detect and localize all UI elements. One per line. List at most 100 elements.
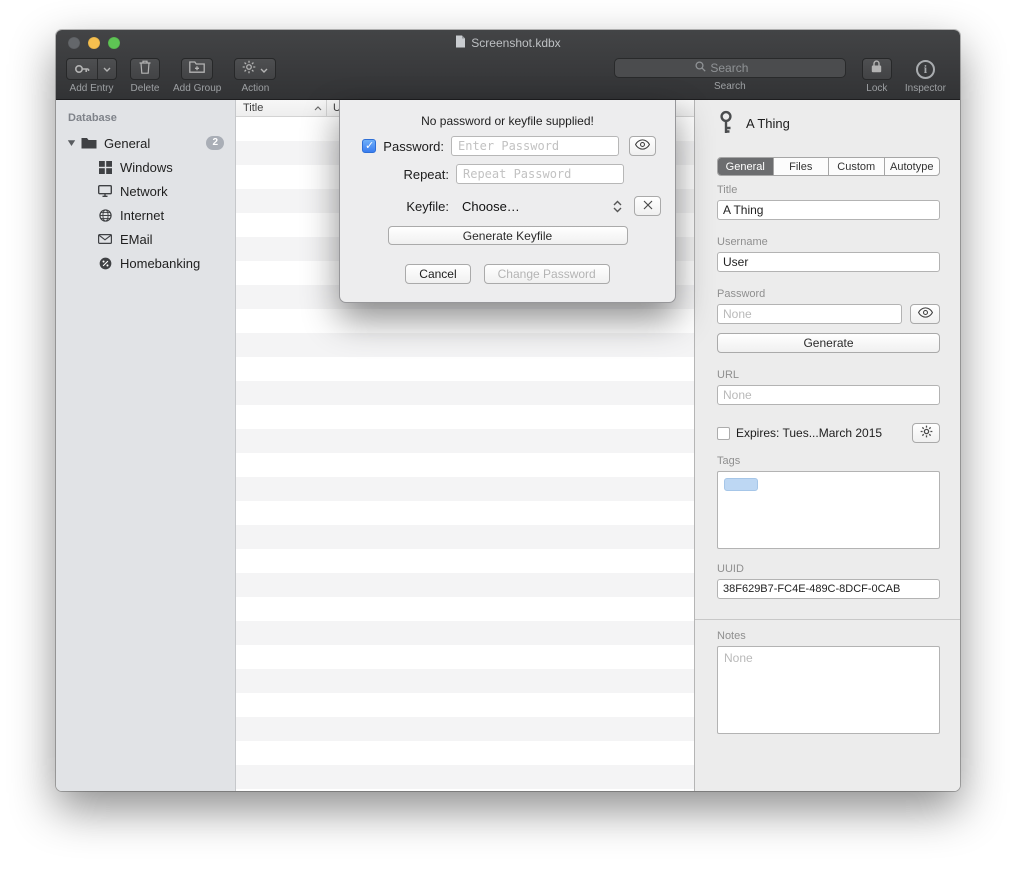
inspector-tabs: General Files Custom Autotype	[717, 157, 940, 176]
add-group-button[interactable]	[181, 58, 213, 80]
entry-count-badge: 2	[206, 136, 224, 150]
sidebar-item-windows[interactable]: Windows	[56, 155, 235, 179]
inspector-divider	[695, 619, 960, 620]
title-field-label: Title	[717, 184, 940, 196]
username-field[interactable]	[717, 252, 940, 272]
chevron-down-icon[interactable]	[98, 59, 116, 79]
trash-icon	[139, 60, 151, 79]
window-title-text: Screenshot.kdbx	[471, 36, 560, 50]
titlebar[interactable]: Screenshot.kdbx	[56, 30, 960, 56]
change-password-button: Change Password	[484, 264, 610, 284]
delete-button[interactable]	[130, 58, 160, 80]
add-group-label: Add Group	[173, 83, 221, 94]
title-field[interactable]	[717, 200, 940, 220]
toolbar-item-inspector: Inspector	[905, 58, 946, 94]
minimize-button[interactable]	[88, 37, 100, 49]
notes-field[interactable]	[717, 646, 940, 734]
expires-settings-button[interactable]	[912, 423, 940, 443]
sidebar-item-label: Windows	[120, 160, 173, 175]
window-title: Screenshot.kdbx	[455, 35, 560, 51]
search-icon	[695, 59, 706, 77]
password-field-label: Password	[717, 288, 940, 300]
close-button[interactable]	[68, 37, 80, 49]
password-checkbox[interactable]	[362, 139, 376, 153]
search-input[interactable]	[710, 61, 764, 75]
lock-button[interactable]	[862, 58, 892, 80]
generate-keyfile-button[interactable]: Generate Keyfile	[388, 226, 628, 245]
tags-field[interactable]	[717, 471, 940, 549]
expires-row: Expires: Tues...March 2015	[717, 423, 940, 443]
reveal-password-button[interactable]	[910, 304, 940, 324]
globe-icon	[96, 209, 114, 222]
sidebar-item-internet[interactable]: Internet	[56, 203, 235, 227]
inspector-toggle-button[interactable]	[908, 58, 943, 80]
sidebar-item-label: General	[104, 136, 150, 151]
keyfile-popup[interactable]: Choose…	[456, 199, 624, 214]
enter-password-input[interactable]	[451, 136, 619, 156]
sheet-message: No password or keyfile supplied!	[340, 114, 675, 128]
sidebar: Database General 2 Windows	[56, 100, 236, 791]
add-entry-label: Add Entry	[70, 83, 114, 94]
sidebar-item-label: Homebanking	[120, 256, 200, 271]
network-icon	[96, 185, 114, 197]
add-entry-button[interactable]	[66, 58, 117, 80]
windows-icon	[96, 161, 114, 174]
envelope-icon	[96, 234, 114, 244]
url-field-label: URL	[717, 369, 940, 381]
sidebar-item-label: Internet	[120, 208, 164, 223]
clear-keyfile-button[interactable]	[634, 196, 661, 216]
repeat-password-input[interactable]	[456, 164, 624, 184]
disclosure-triangle-icon[interactable]	[65, 139, 78, 147]
info-circle-icon	[916, 60, 935, 79]
sidebar-item-homebanking[interactable]: Homebanking	[56, 251, 235, 275]
cancel-button[interactable]: Cancel	[405, 264, 470, 284]
url-field[interactable]	[717, 385, 940, 405]
toolbar-item-search: Search	[614, 58, 846, 92]
search-field[interactable]	[614, 58, 846, 78]
action-label: Action	[241, 83, 269, 94]
generate-password-button[interactable]: Generate	[717, 333, 940, 353]
traffic-lights	[68, 37, 120, 49]
chevron-down-icon	[260, 60, 268, 78]
sidebar-item-general[interactable]: General 2	[56, 131, 235, 155]
action-button[interactable]	[234, 58, 276, 80]
tab-autotype[interactable]: Autotype	[884, 158, 940, 175]
tab-files[interactable]: Files	[773, 158, 829, 175]
coin-icon	[96, 257, 114, 270]
key-icon	[67, 59, 98, 79]
sidebar-item-network[interactable]: Network	[56, 179, 235, 203]
delete-label: Delete	[131, 83, 160, 94]
sort-ascending-icon	[314, 106, 322, 111]
sidebar-item-label: Network	[120, 184, 168, 199]
tab-custom[interactable]: Custom	[828, 158, 884, 175]
password-field[interactable]	[717, 304, 902, 324]
keyfile-popup-value: Choose…	[462, 199, 520, 214]
window-chrome: Screenshot.kdbx Add Entry	[56, 30, 960, 100]
toolbar-item-delete: Delete	[130, 58, 160, 94]
tags-label: Tags	[717, 455, 940, 467]
repeat-label: Repeat:	[385, 167, 449, 182]
folder-icon	[80, 137, 98, 149]
toolbar-item-add-group: Add Group	[173, 58, 221, 94]
entry-title: A Thing	[746, 116, 790, 131]
change-password-sheet: No password or keyfile supplied! Passwor…	[339, 100, 676, 303]
uuid-field[interactable]	[717, 579, 940, 599]
password-label: Password:	[380, 139, 444, 154]
lock-icon	[871, 60, 882, 78]
reveal-password-button[interactable]	[629, 136, 656, 156]
keyfile-label: Keyfile:	[385, 199, 449, 214]
expires-checkbox[interactable]	[717, 427, 730, 440]
inspector-label: Inspector	[905, 83, 946, 94]
sidebar-item-label: EMail	[120, 232, 153, 247]
toolbar-item-lock: Lock	[862, 58, 892, 94]
zoom-button[interactable]	[108, 37, 120, 49]
inspector-header: A Thing	[717, 110, 940, 137]
close-x-icon	[643, 197, 653, 215]
tab-general[interactable]: General	[718, 158, 773, 175]
eye-icon	[635, 137, 650, 155]
eye-icon	[918, 307, 933, 321]
column-header-title[interactable]: Title	[236, 100, 326, 116]
updown-chevrons-icon	[613, 200, 622, 213]
sidebar-item-email[interactable]: EMail	[56, 227, 235, 251]
tag-chip[interactable]	[724, 478, 758, 491]
